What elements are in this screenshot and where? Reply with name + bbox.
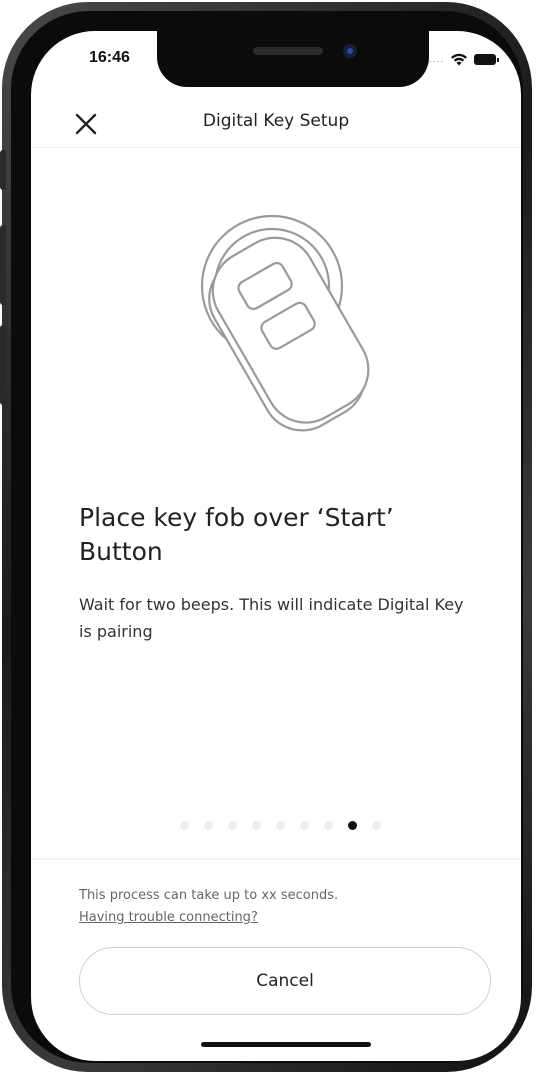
- camera-icon: [343, 44, 357, 58]
- phone-body: 16:46 .... Digital Key Setup Place key f…: [2, 2, 532, 1072]
- page-dot: [180, 821, 189, 830]
- page-dot: [252, 821, 261, 830]
- phone-bezel: 16:46 .... Digital Key Setup Place key f…: [11, 11, 523, 1063]
- page-dot: [276, 821, 285, 830]
- illustration: [181, 203, 391, 443]
- trouble-connecting-link[interactable]: Having trouble connecting?: [79, 910, 258, 925]
- notch: [157, 31, 429, 87]
- page-indicator: [180, 821, 381, 830]
- status-indicators: ....: [429, 53, 500, 66]
- home-indicator[interactable]: [201, 1042, 371, 1047]
- key-fob-over-start-button-icon: [200, 214, 370, 432]
- page-dot: [324, 821, 333, 830]
- wifi-icon: [451, 53, 468, 66]
- page-dot-active: [348, 821, 357, 830]
- cancel-button[interactable]: Cancel: [79, 947, 491, 1015]
- page-dot: [228, 821, 237, 830]
- page-title: Digital Key Setup: [202, 111, 350, 131]
- speaker: [253, 47, 323, 55]
- header-bar: Digital Key Setup: [31, 101, 521, 148]
- footer-divider: [31, 858, 521, 860]
- step-headline: Place key fob over ‘Start’ Button: [79, 503, 394, 566]
- page-dot: [300, 821, 309, 830]
- page-dot: [204, 821, 213, 830]
- status-time: 16:46: [89, 49, 130, 66]
- screen: 16:46 .... Digital Key Setup Place key f…: [31, 31, 521, 1061]
- page-dot: [372, 821, 381, 830]
- battery-icon: [474, 54, 500, 65]
- signal-icon: ....: [429, 54, 445, 65]
- step-description: Wait for two beeps. This will indicate D…: [79, 595, 464, 641]
- process-note: This process can take up to xx seconds.: [79, 888, 339, 903]
